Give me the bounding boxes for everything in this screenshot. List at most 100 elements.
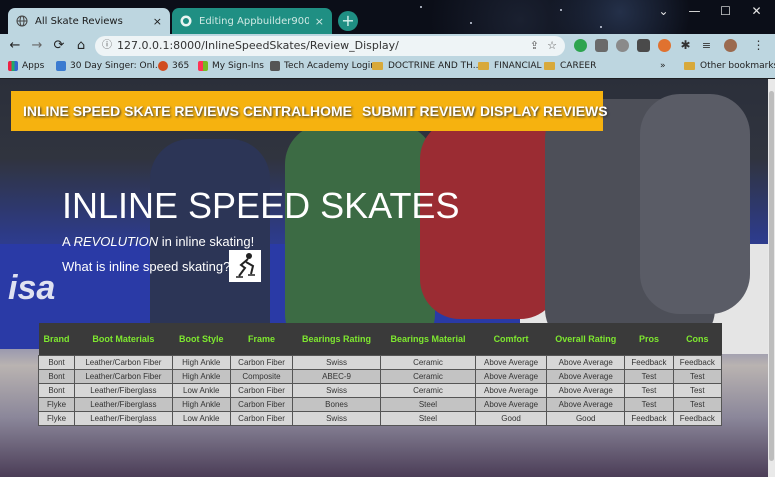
table-cell: Low Ankle	[171, 383, 231, 398]
extension-icon[interactable]	[637, 39, 650, 52]
bookmark-label: Tech Academy Login	[284, 61, 376, 71]
skater-image[interactable]	[229, 250, 261, 282]
table-cell: Leather/Carbon Fiber	[74, 369, 173, 384]
column-header: Frame	[230, 323, 293, 356]
background-decoration: isa	[8, 269, 56, 307]
tab-all-skate-reviews[interactable]: All Skate Reviews ×	[8, 8, 170, 34]
tab-strip: All Skate Reviews × Editing Appbuilder90…	[0, 0, 775, 34]
column-header: Brand	[38, 323, 75, 356]
table-cell: High Ankle	[171, 369, 231, 384]
close-tab-icon[interactable]: ×	[153, 15, 162, 28]
reviews-table: Brand Boot Materials Boot Style Frame Be…	[37, 323, 723, 426]
github-icon	[180, 15, 192, 27]
microsoft-icon	[198, 61, 208, 71]
table-cell: Test	[672, 369, 723, 384]
other-bookmarks[interactable]: Other bookmarks	[684, 61, 775, 71]
extension-icon[interactable]	[658, 39, 671, 52]
table-cell: High Ankle	[171, 355, 231, 370]
more-bookmarks-button[interactable]: »	[660, 61, 666, 71]
tab-editing-readme[interactable]: Editing Appbuilder9000/README ×	[172, 8, 332, 34]
column-header: Boot Materials	[74, 323, 173, 356]
table-cell: Steel	[379, 411, 477, 426]
bookmark-financial[interactable]: FINANCIAL	[478, 61, 542, 71]
table-cell: ABEC-9	[292, 369, 381, 384]
table-row: Flyke Leather/Fiberglass High Ankle Carb…	[37, 397, 723, 412]
extension-icon[interactable]	[616, 39, 629, 52]
table-row: Bont Leather/Fiberglass Low Ankle Carbon…	[37, 383, 723, 398]
table-cell: Bont	[37, 383, 76, 398]
nav-submit-review[interactable]: SUBMIT REVIEW	[362, 103, 475, 119]
table-cell: Leather/Carbon Fiber	[74, 355, 173, 370]
page-content: isa INLINE SPEED SKATE REVIEWS CENTRAL H…	[0, 79, 768, 477]
bookmark-tech-academy[interactable]: Tech Academy Login	[270, 61, 376, 71]
bookmark-30-day-singer[interactable]: 30 Day Singer: Onl...	[56, 61, 163, 71]
table-cell: Test	[624, 369, 674, 384]
puzzle-icon[interactable]: ✱	[679, 39, 692, 52]
bookmark-my-sign-ins[interactable]: My Sign-Ins	[198, 61, 264, 71]
table-cell: High Ankle	[171, 397, 231, 412]
back-icon[interactable]: ←	[6, 37, 24, 55]
bookmark-365[interactable]: 365	[158, 61, 189, 71]
avatar[interactable]	[724, 39, 737, 52]
bookmarks-bar: Apps 30 Day Singer: Onl... 365 My Sign-I…	[0, 58, 775, 78]
bookmark-doctrine[interactable]: DOCTRINE AND TH...	[372, 61, 481, 71]
table-cell: Carbon Fiber	[229, 383, 294, 398]
table-cell: Steel	[379, 397, 477, 412]
bookmark-label: FINANCIAL	[494, 61, 542, 71]
table-cell: Flyke	[37, 411, 76, 426]
bookmark-career[interactable]: CAREER	[544, 61, 596, 71]
background-photo	[640, 94, 750, 314]
maximize-button[interactable]: ☐	[710, 0, 741, 22]
background-photo	[285, 124, 435, 354]
table-cell: Test	[624, 383, 674, 398]
close-window-button[interactable]: ✕	[741, 0, 772, 22]
site-icon	[56, 61, 66, 71]
tagline-emphasis: REVOLUTION	[73, 234, 159, 249]
folder-icon	[372, 62, 383, 70]
new-tab-button[interactable]: +	[338, 11, 358, 31]
bookmark-label: DOCTRINE AND TH...	[388, 61, 482, 71]
close-tab-icon[interactable]: ×	[315, 15, 324, 28]
table-cell: Bones	[292, 397, 381, 412]
table-cell: Above Average	[546, 355, 626, 370]
info-icon[interactable]: ⓘ	[102, 36, 112, 56]
bookmark-star-icon[interactable]: ☆	[547, 36, 557, 56]
table-cell: Leather/Fiberglass	[74, 411, 173, 426]
nav-home[interactable]: HOME	[310, 103, 352, 119]
folder-icon	[544, 62, 555, 70]
forward-icon[interactable]: →	[28, 37, 46, 55]
minimize-button[interactable]: —	[679, 0, 710, 22]
grammarly-icon[interactable]	[574, 39, 587, 52]
reload-icon[interactable]: ⟳	[50, 37, 68, 55]
tab-title: Editing Appbuilder9000/README	[199, 15, 309, 27]
share-icon[interactable]: ⇪	[530, 36, 539, 56]
scrollbar-thumb[interactable]	[769, 91, 774, 461]
menu-kebab-icon[interactable]: ⋮	[752, 39, 765, 52]
table-cell: Leather/Fiberglass	[74, 397, 173, 412]
extension-icon[interactable]	[595, 39, 608, 52]
home-icon[interactable]: ⌂	[72, 37, 90, 55]
column-header: Overall Rating	[546, 323, 625, 356]
hero-question[interactable]: What is inline speed skating?	[62, 259, 230, 274]
table-cell: Test	[624, 397, 674, 412]
tagline-text: A	[62, 234, 74, 249]
column-header: Pros	[624, 323, 674, 356]
star-decoration	[420, 6, 422, 8]
tab-search-button[interactable]: ⌄	[648, 0, 679, 22]
reading-list-icon[interactable]: ≡	[700, 39, 713, 52]
table-cell: Ceramic	[379, 383, 477, 398]
page-scrollbar[interactable]	[768, 79, 775, 477]
table-cell: Above Average	[546, 383, 626, 398]
nav-display-reviews[interactable]: DISPLAY REVIEWS	[480, 103, 608, 119]
bookmark-apps[interactable]: Apps	[8, 61, 44, 71]
table-cell: Feedback	[672, 411, 723, 426]
table-cell: Bont	[37, 369, 76, 384]
address-bar[interactable]: ⓘ 127.0.0.1:8000/InlineSpeedSkates/Revie…	[95, 36, 565, 56]
table-cell: Ceramic	[379, 355, 477, 370]
star-decoration	[600, 26, 602, 28]
table-cell: Above Average	[474, 369, 548, 384]
site-brand[interactable]: INLINE SPEED SKATE REVIEWS CENTRAL	[23, 103, 310, 119]
tab-title: All Skate Reviews	[35, 15, 123, 27]
table-cell: Swiss	[292, 383, 381, 398]
bookmark-label: 30 Day Singer: Onl...	[70, 61, 164, 71]
